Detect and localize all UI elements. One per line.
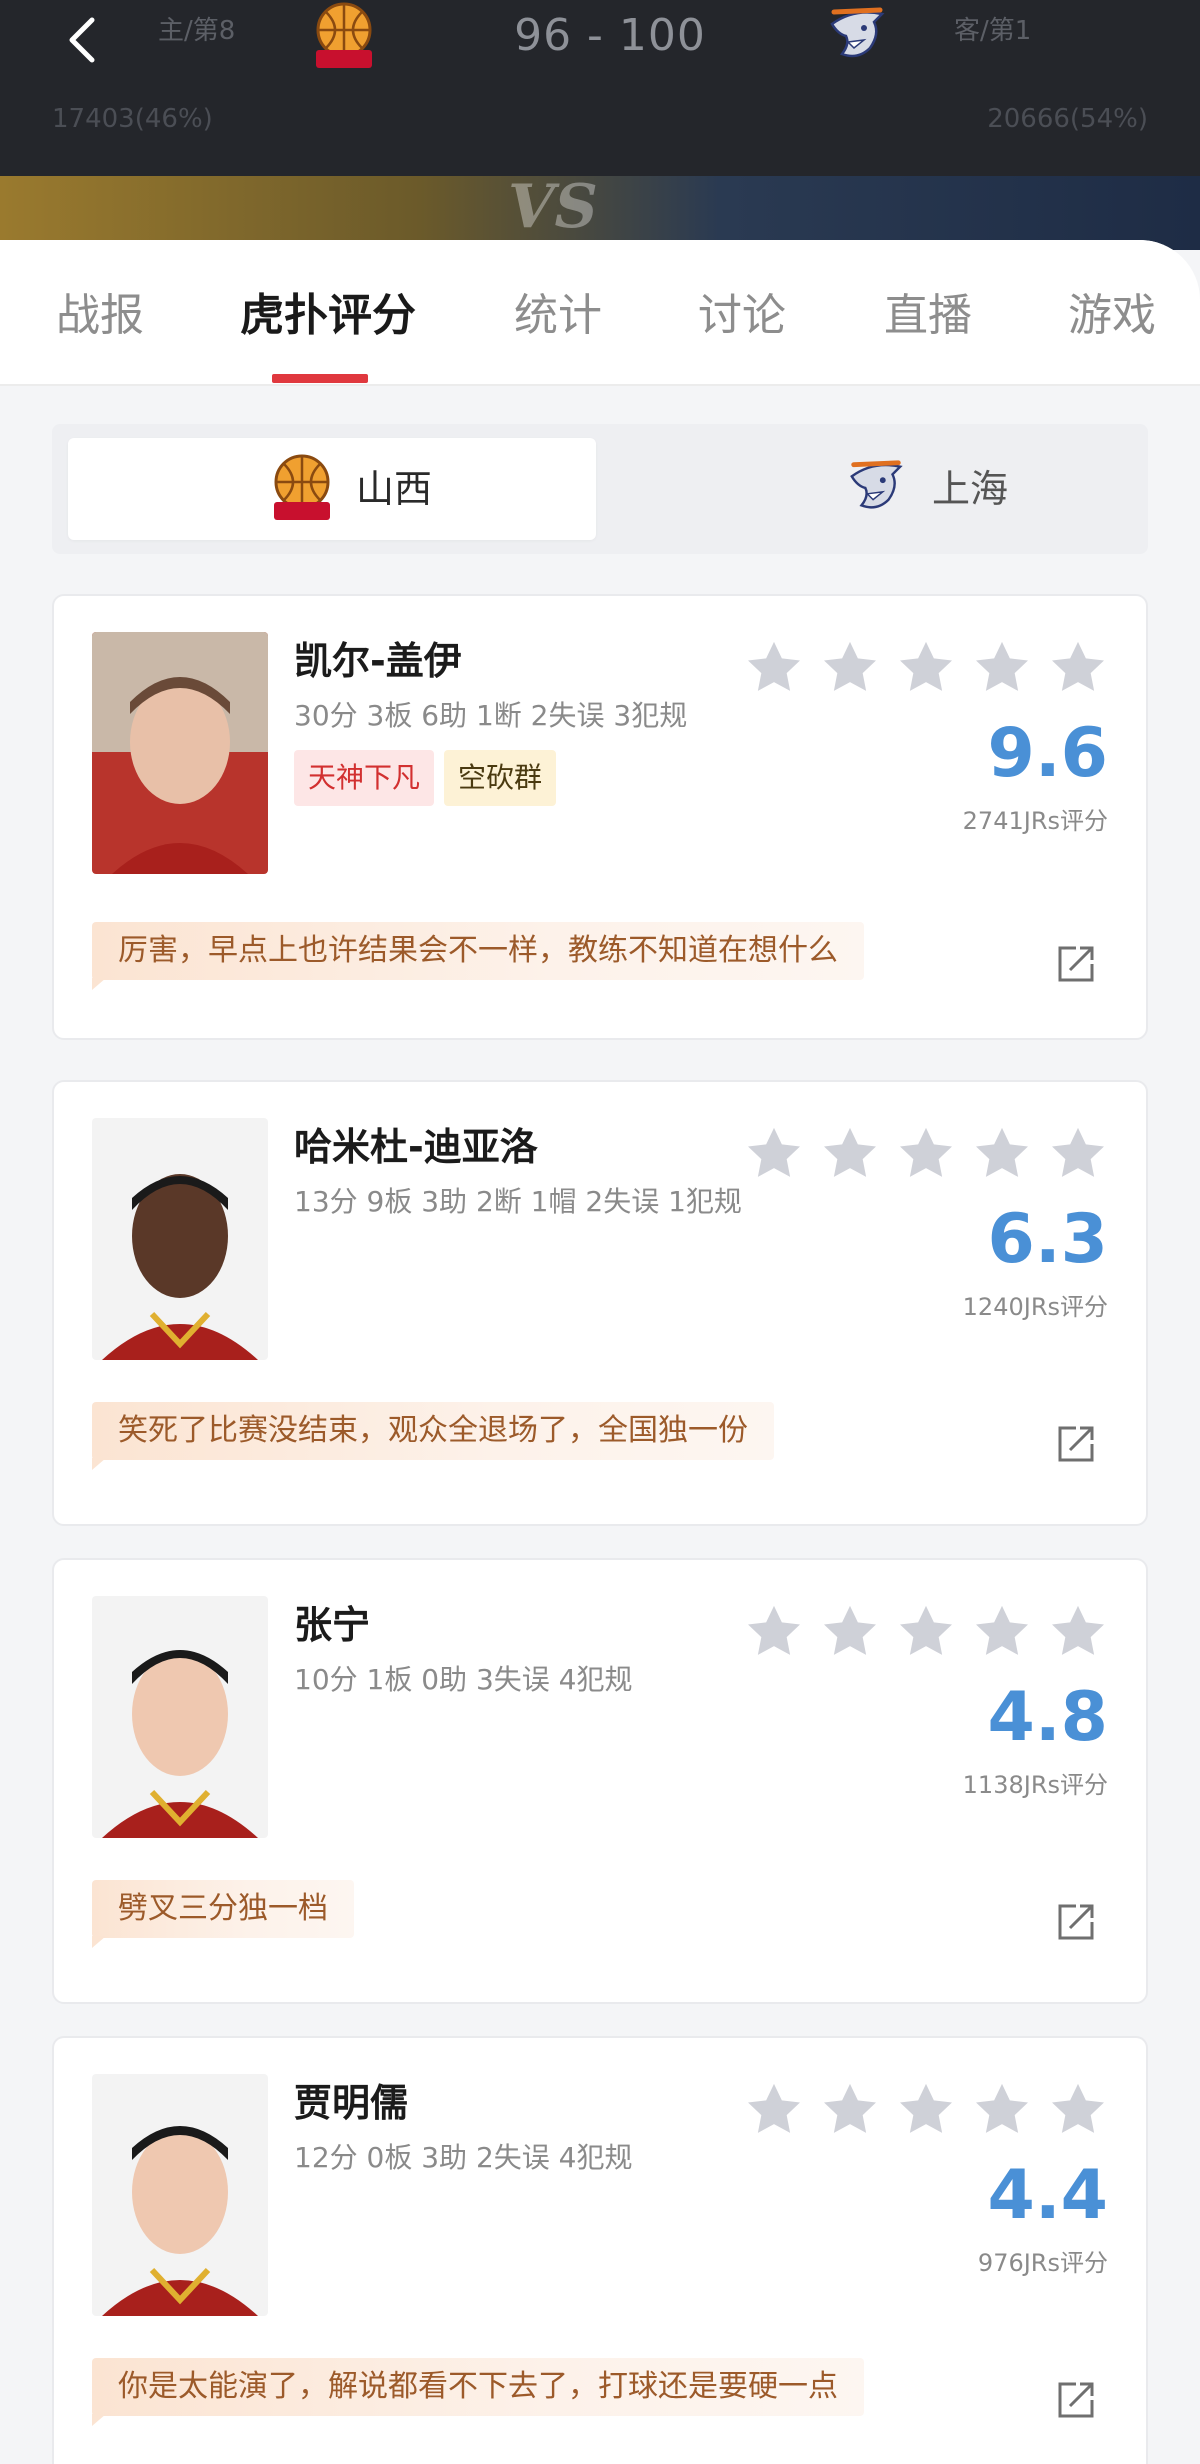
top-comment[interactable]: 劈叉三分独一档 <box>92 1880 354 1938</box>
star-icon[interactable] <box>1046 1600 1110 1664</box>
star-icon[interactable] <box>894 1600 958 1664</box>
star-icon[interactable] <box>970 1122 1034 1186</box>
player-card[interactable]: 张宁 10分 1板 0助 3失误 4犯规 4.8 1138JRs评分 劈叉三分独… <box>52 1558 1148 2004</box>
player-rating: 9.6 <box>987 714 1108 793</box>
player-tags: 天神下凡 空砍群 <box>294 750 566 808</box>
star-icon[interactable] <box>970 2078 1034 2142</box>
player-rating: 4.4 <box>987 2156 1108 2235</box>
shanxi-logo-icon <box>274 454 330 520</box>
player-card[interactable]: 哈米杜-迪亚洛 13分 9板 3助 2断 1帽 2失误 1犯规 6.3 1240… <box>52 1080 1148 1526</box>
vs-icon: VS <box>508 172 598 242</box>
rating-count: 1138JRs评分 <box>962 1771 1108 1799</box>
comment-tail <box>92 978 106 990</box>
player-avatar <box>92 1118 268 1360</box>
player-rating: 4.8 <box>987 1678 1108 1757</box>
tab-report[interactable]: 战报 <box>56 286 144 346</box>
tab-live[interactable]: 直播 <box>884 286 972 346</box>
team-switcher: 山西 上海 <box>52 424 1148 554</box>
comment-tail <box>92 1936 106 1948</box>
share-icon[interactable] <box>1054 942 1098 986</box>
player-name: 哈米杜-迪亚洛 <box>294 1125 538 1169</box>
star-icon[interactable] <box>970 636 1034 700</box>
comment-tail <box>92 1458 106 1470</box>
player-stats: 30分 3板 6助 1断 2失误 3犯规 <box>294 699 688 732</box>
player-avatar <box>92 632 268 874</box>
star-icon[interactable] <box>818 1600 882 1664</box>
game-score: 96 - 100 <box>514 10 706 61</box>
star-icon[interactable] <box>818 636 882 700</box>
active-tab-indicator <box>272 374 368 383</box>
tab-hupu-rating[interactable]: 虎扑评分 <box>240 286 416 346</box>
share-icon[interactable] <box>1054 1422 1098 1466</box>
team-option-home[interactable]: 山西 <box>68 438 596 540</box>
game-header: VS 主/第8 96 - 100 客/第1 17403(46%) 20666(5… <box>0 0 1200 250</box>
share-icon[interactable] <box>1054 2378 1098 2422</box>
star-icon[interactable] <box>894 1122 958 1186</box>
star-icon[interactable] <box>1046 1122 1110 1186</box>
star-rating[interactable] <box>742 1122 1112 1188</box>
star-rating[interactable] <box>742 1600 1112 1666</box>
player-card[interactable]: 凯尔-盖伊 30分 3板 6助 1断 2失误 3犯规 天神下凡 空砍群 9.6 2… <box>52 594 1148 1040</box>
team-option-away-label: 上海 <box>932 467 1009 511</box>
player-tag[interactable]: 空砍群 <box>444 750 557 806</box>
player-rating: 6.3 <box>987 1200 1108 1279</box>
player-avatar <box>92 1596 268 1838</box>
player-tag[interactable]: 天神下凡 <box>294 750 435 806</box>
home-support-votes: 17403(46%) <box>52 104 213 134</box>
player-name: 凯尔-盖伊 <box>294 639 462 683</box>
away-support-votes: 20666(54%) <box>987 104 1148 134</box>
header-team-color-band <box>0 176 1200 250</box>
tab-stats[interactable]: 统计 <box>514 286 602 346</box>
comment-tail <box>92 2414 106 2426</box>
star-icon[interactable] <box>1046 2078 1110 2142</box>
star-icon[interactable] <box>742 1600 806 1664</box>
top-comment[interactable]: 你是太能演了，解说都看不下去了，打球还是要硬一点 <box>92 2358 864 2416</box>
star-icon[interactable] <box>742 1122 806 1186</box>
away-team-logo[interactable] <box>824 4 890 66</box>
star-rating[interactable] <box>742 636 1112 702</box>
star-icon[interactable] <box>894 2078 958 2142</box>
star-icon[interactable] <box>894 636 958 700</box>
rating-count: 1240JRs评分 <box>962 1293 1108 1321</box>
star-icon[interactable] <box>742 2078 806 2142</box>
back-button[interactable] <box>58 12 108 68</box>
top-comment[interactable]: 笑死了比赛没结束，观众全退场了，全国独一份 <box>92 1402 774 1460</box>
content-sheet: 战报 虎扑评分 统计 讨论 直播 游戏 山西 上海 凯尔-盖伊 30分 3板 6… <box>0 240 1200 2464</box>
top-comment[interactable]: 厉害，早点上也许结果会不一样，教练不知道在想什么 <box>92 922 864 980</box>
away-team-label: 客/第1 <box>954 16 1032 46</box>
star-icon[interactable] <box>818 1122 882 1186</box>
chevron-left-icon <box>69 17 95 63</box>
share-icon[interactable] <box>1054 1900 1098 1944</box>
tab-game[interactable]: 游戏 <box>1068 286 1156 346</box>
rating-count: 2741JRs评分 <box>962 807 1108 835</box>
tab-bar: 战报 虎扑评分 统计 讨论 直播 游戏 <box>0 240 1200 386</box>
player-card[interactable]: 贾明儒 12分 0板 3助 2失误 4犯规 4.4 976JRs评分 你是太能演… <box>52 2036 1148 2464</box>
star-icon[interactable] <box>742 636 806 700</box>
player-stats: 12分 0板 3助 2失误 4犯规 <box>294 2141 633 2174</box>
star-icon[interactable] <box>970 1600 1034 1664</box>
star-rating[interactable] <box>742 2078 1112 2144</box>
player-stats: 13分 9板 3助 2断 1帽 2失误 1犯规 <box>294 1185 742 1218</box>
tab-discussion[interactable]: 讨论 <box>698 286 786 346</box>
shark-logo-icon <box>850 460 903 509</box>
player-name: 贾明儒 <box>294 2081 409 2125</box>
rating-count: 976JRs评分 <box>977 2249 1108 2277</box>
home-team-label: 主/第8 <box>158 16 236 46</box>
player-name: 张宁 <box>294 1603 371 1647</box>
shark-logo-icon <box>830 7 885 58</box>
player-stats: 10分 1板 0助 3失误 4犯规 <box>294 1663 633 1696</box>
star-icon[interactable] <box>818 2078 882 2142</box>
home-team-logo[interactable] <box>312 0 376 74</box>
star-icon[interactable] <box>1046 636 1110 700</box>
player-avatar <box>92 2074 268 2316</box>
team-option-home-label: 山西 <box>356 467 433 511</box>
team-option-away[interactable]: 上海 <box>604 438 1132 540</box>
shanxi-logo-icon <box>316 2 372 68</box>
